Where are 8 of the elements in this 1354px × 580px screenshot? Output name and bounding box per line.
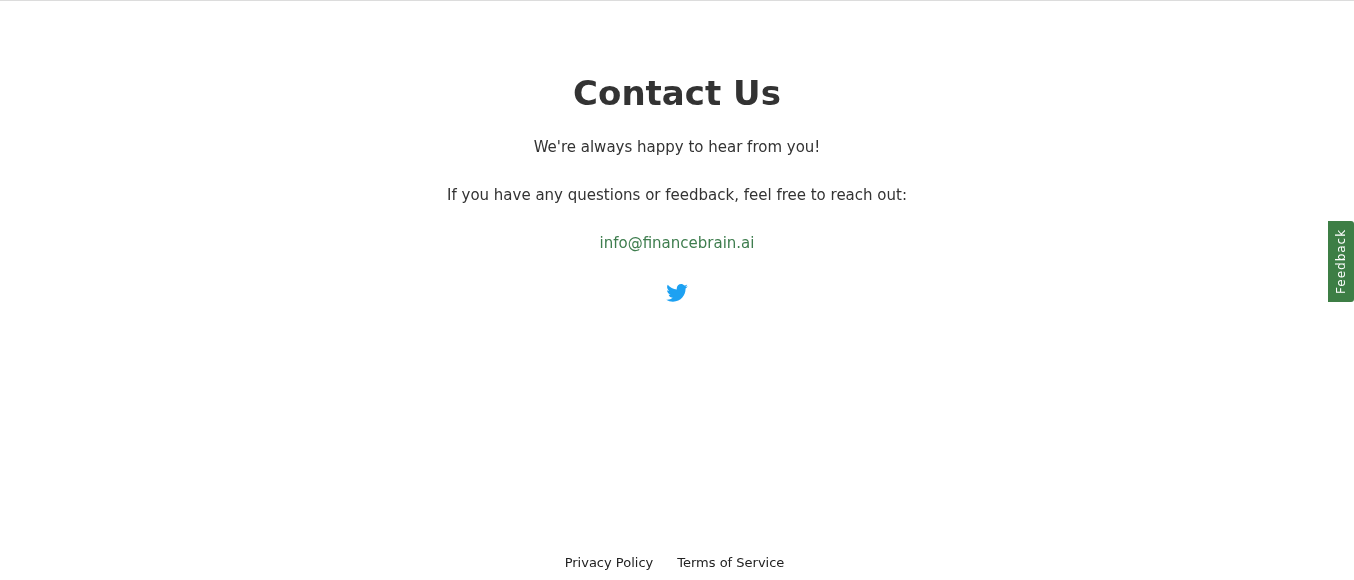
footer-link[interactable]: Privacy Policy [564,552,654,572]
footer-link[interactable]: Terms of Service [677,552,785,572]
bird-icon[interactable] [666,284,688,303]
message-text: If you have any questions or feedback, feel free to reach out: [447,185,907,204]
feedback-tab[interactable]: Feedback [1328,221,1354,302]
page-heading: Contact Us [572,73,782,114]
message-text: We're always happy to hear from you! [533,137,821,156]
email-link[interactable]: info@financebrain.ai [599,233,755,252]
